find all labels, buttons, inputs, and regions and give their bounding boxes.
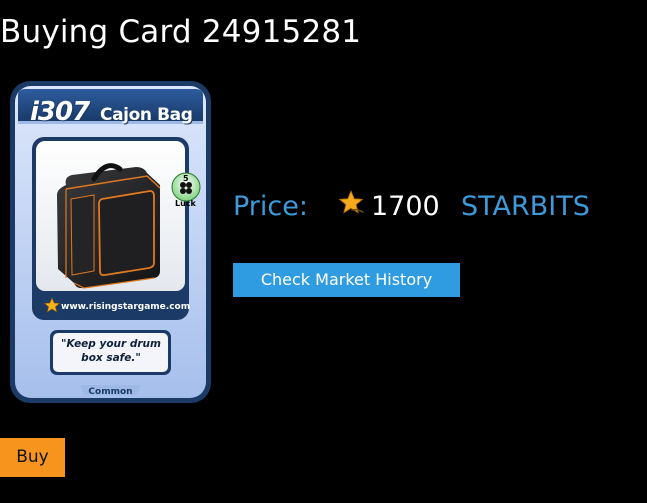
- star-icon: [338, 189, 364, 214]
- card-rarity: Common: [88, 387, 133, 397]
- card-luck-value: 5: [183, 174, 189, 183]
- check-market-history-button[interactable]: Check Market History: [233, 263, 460, 297]
- card-luck-label: Luck: [175, 199, 196, 208]
- card-name: Cajon Bag: [100, 105, 193, 125]
- price-currency: STARBITS: [461, 191, 590, 222]
- buy-button[interactable]: Buy: [0, 438, 65, 477]
- price-label: Price:: [233, 191, 308, 222]
- price-amount: 1700: [371, 191, 440, 222]
- card-image: i307 Cajon Bag 5 Luck www.risingstargame…: [10, 81, 211, 403]
- page-title: Buying Card 24915281: [0, 14, 362, 50]
- card-website: www.risingstargame.com: [61, 302, 191, 312]
- card-number: i307: [30, 97, 90, 127]
- cajon-bag-illustration: [57, 163, 161, 289]
- page-root: Buying Card 24915281 i307 Cajon Bag 5 Lu…: [0, 0, 647, 503]
- card-quote: "Keep your drum box safe.": [61, 338, 161, 364]
